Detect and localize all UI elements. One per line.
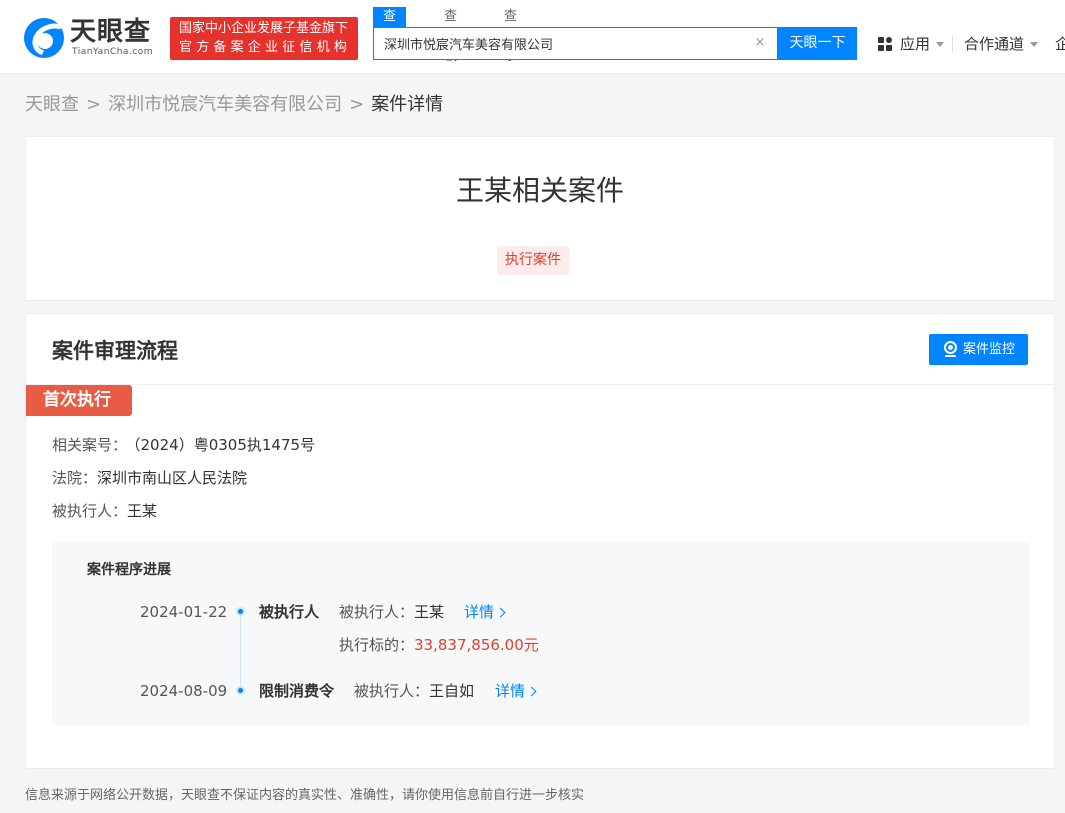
logo-name: 天眼查 [70,16,151,48]
info-value: 深圳市南山区人民法院 [97,469,247,487]
case-type-tag: 执行案件 [497,246,569,275]
info-label: 相关案号： [52,436,127,454]
event-party-value: 王某 [414,603,444,621]
tab-boss[interactable]: 查老板 [444,7,457,27]
breadcrumb-current: 案件详情 [371,94,443,115]
event-type: 限制消费令 [259,681,334,701]
process-title: 案件审理流程 [52,337,178,365]
info-court: 法院：深圳市南山区人民法院 [52,468,247,488]
event-amount: 执行标的：33,837,856.00元 [339,635,539,655]
breadcrumb: 天眼查 > 深圳市悦宸汽车美容有限公司 > 案件详情 [25,94,443,116]
site-logo[interactable]: 天眼查 TianYanCha.com [24,14,164,62]
timeline-dot-icon [236,607,245,616]
nav-cooperation[interactable]: 合作通道 [964,34,1038,54]
caret-down-icon [936,42,944,47]
caret-down-icon [1030,42,1038,47]
info-label: 被执行人： [52,502,127,520]
official-badge[interactable]: 国家中小企业发展子基金旗下 官方备案企业征信机构 [170,17,358,60]
tab-relation[interactable]: 查关系 [504,7,517,27]
search-box: × [373,27,778,60]
chevron-right-icon [527,687,537,697]
event-party: 被执行人：王自如 [354,681,474,701]
event-party-label: 被执行人： [339,603,414,621]
breadcrumb-company[interactable]: 深圳市悦宸汽车美容有限公司 [108,94,342,115]
search-input[interactable] [374,28,744,59]
event-party-label: 被执行人： [354,682,429,700]
info-value: 王某 [127,502,157,520]
nav-coop-label: 合作通道 [964,35,1024,53]
location-pin-icon [943,341,958,358]
event-party-value: 王自如 [429,682,474,700]
case-monitor-button[interactable]: 案件监控 [929,334,1028,365]
badge-line-1: 国家中小企业发展子基金旗下 [179,19,358,38]
page-title: 王某相关案件 [26,173,1054,209]
info-label: 法院： [52,469,97,487]
event-date: 2024-01-22 [140,602,227,622]
timeline-dot-icon [236,686,245,695]
breadcrumb-separator: > [349,94,364,115]
event-date: 2024-08-09 [140,681,227,701]
stage-ribbon: 首次执行 [26,385,132,416]
event-detail-link[interactable]: 详情 [464,602,504,622]
nav-enterprise[interactable]: 企 [1055,34,1065,54]
info-case-number: 相关案号： （2024）粤0305执1475号 [52,435,315,455]
timeline-line [240,614,241,690]
top-header: 天眼查 TianYanCha.com 国家中小企业发展子基金旗下 官方备案企业征… [0,0,1065,74]
event-party: 被执行人：王某 [339,602,444,622]
logo-domain: TianYanCha.com [72,47,153,57]
detail-label: 详情 [464,603,494,621]
search-button[interactable]: 天眼一下 [778,27,857,60]
breadcrumb-separator: > [86,94,101,115]
timeline-title: 案件程序进展 [87,560,171,580]
grid-icon [878,37,893,52]
nav-apps-label: 应用 [900,35,930,53]
tab-company[interactable]: 查公司 [373,7,406,27]
logo-mark-icon [24,18,64,58]
breadcrumb-home[interactable]: 天眼查 [25,94,79,115]
info-executed-party: 被执行人：王某 [52,501,157,521]
case-process-card: 案件审理流程 案件监控 首次执行 相关案号：（2024）粤0305执1475号 … [25,313,1055,769]
disclaimer-note: 信息来源于网络公开数据，天眼查不保证内容的真实性、准确性，请你使用信息前自行进一… [25,787,584,805]
info-value: （2024）粤0305执1475号 [133,436,315,454]
chevron-right-icon [496,608,506,618]
nav-divider [952,36,953,52]
detail-label: 详情 [495,682,525,700]
case-title-card: 王某相关案件 执行案件 [25,136,1055,301]
event-detail-link[interactable]: 详情 [495,681,535,701]
timeline-box: 案件程序进展 2024-01-22 被执行人 被执行人：王某 详情 执行标的：3… [52,542,1029,725]
badge-line-2: 官方备案企业征信机构 [179,38,358,57]
event-type: 被执行人 [259,602,319,622]
event-amount-label: 执行标的： [339,636,414,654]
event-amount-value: 33,837,856.00元 [414,636,539,654]
process-header: 案件审理流程 案件监控 [26,314,1054,385]
case-monitor-label: 案件监控 [963,342,1015,357]
clear-icon[interactable]: × [753,36,767,50]
